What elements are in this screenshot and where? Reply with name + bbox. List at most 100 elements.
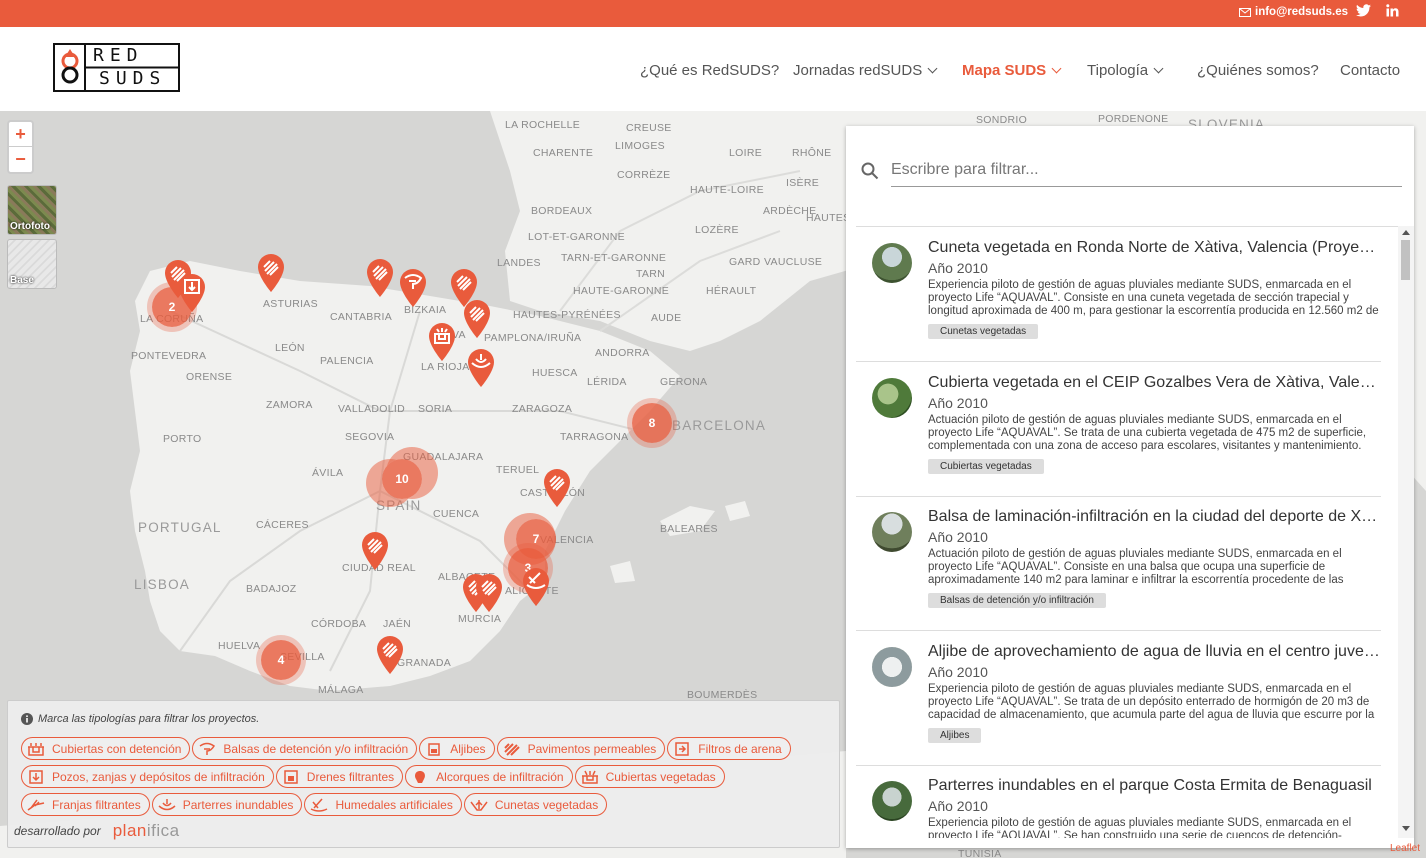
leaflet-attribution[interactable]: Leaflet bbox=[1390, 843, 1420, 854]
scroll-down-icon[interactable] bbox=[1402, 826, 1410, 832]
filter-chip-cunetas[interactable]: Cunetas vegetadas bbox=[463, 793, 608, 816]
green-roof-icon bbox=[581, 770, 598, 784]
filter-chip-humedales[interactable]: Humedales artificiales bbox=[304, 793, 462, 816]
map-label: MÁLAGA bbox=[318, 684, 364, 696]
linkedin-icon[interactable] bbox=[1386, 4, 1399, 17]
flood-bed-icon bbox=[158, 798, 176, 810]
green-roof-icon[interactable] bbox=[427, 322, 457, 362]
filter-chip-drenes[interactable]: Drenes filtrantes bbox=[275, 765, 404, 788]
sand-filter-icon bbox=[675, 741, 690, 756]
project-description: Actuación piloto de gestión de aguas plu… bbox=[928, 548, 1344, 586]
map-label: TARRAGONA bbox=[560, 431, 629, 443]
scroll-up-icon[interactable] bbox=[1402, 229, 1410, 235]
map-label: PORDENONE bbox=[1098, 113, 1169, 125]
logo-text-suds: SUDS bbox=[99, 68, 167, 89]
pavement-icon[interactable] bbox=[542, 468, 572, 508]
layer-base-button[interactable]: Base bbox=[7, 239, 57, 289]
nav-label: Contacto bbox=[1340, 62, 1401, 79]
zoom-control: + − bbox=[7, 120, 34, 174]
cluster-marker[interactable]: 10 bbox=[382, 459, 422, 499]
chip-label: Cunetas vegetadas bbox=[494, 797, 599, 812]
wetland-icon[interactable] bbox=[521, 567, 551, 607]
chip-label: Cubiertas vegetadas bbox=[605, 769, 716, 784]
pavement-icon[interactable] bbox=[365, 258, 395, 298]
filter-input[interactable] bbox=[891, 156, 1402, 184]
map-label: AUDE bbox=[651, 312, 682, 324]
project-list-panel: Cuneta vegetada en Ronda Norte de Xàtiva… bbox=[846, 126, 1414, 848]
email-link[interactable]: info@redsuds.es bbox=[1239, 6, 1348, 18]
wetland-icon bbox=[311, 798, 328, 812]
nav-quienes[interactable]: ¿Quiénes somos? bbox=[1197, 62, 1319, 79]
pavement-icon[interactable] bbox=[474, 573, 504, 613]
pavement-icon[interactable] bbox=[462, 299, 492, 339]
map-label: LOIRE bbox=[729, 147, 763, 159]
twitter-icon[interactable] bbox=[1356, 4, 1371, 17]
list-scrollbar[interactable] bbox=[1398, 226, 1414, 838]
nav-label: Mapa SUDS bbox=[962, 62, 1047, 79]
map-label: ANDORRA bbox=[595, 347, 650, 359]
map-label: TARN-ET-GARONNE bbox=[561, 252, 667, 264]
nav-jornadas[interactable]: Jornadas redSUDS bbox=[793, 62, 938, 79]
infiltration-icon[interactable] bbox=[177, 273, 207, 313]
detention-icon[interactable] bbox=[398, 268, 428, 308]
chip-label: Balsas de detención y/o infiltración bbox=[223, 741, 409, 756]
flood-bed-icon[interactable] bbox=[466, 348, 496, 388]
zoom-in-button[interactable]: + bbox=[9, 122, 32, 147]
map-label: LIMOGES bbox=[615, 140, 665, 152]
nav-label: ¿Quiénes somos? bbox=[1197, 62, 1319, 79]
nav-tipologia[interactable]: Tipología bbox=[1087, 62, 1164, 79]
filter-chip-aljibes[interactable]: Aljibes bbox=[419, 737, 495, 760]
list-item[interactable]: Balsa de laminación-infiltración en la c… bbox=[856, 496, 1381, 631]
chip-label: Alcorques de infiltración bbox=[436, 769, 564, 784]
chip-label: Filtros de arena bbox=[698, 741, 782, 756]
layer-ortofoto-button[interactable]: Ortofoto bbox=[7, 185, 57, 235]
filter-chip-cubiertas-vegetadas[interactable]: Cubiertas vegetadas bbox=[574, 765, 725, 788]
pavement-icon[interactable] bbox=[360, 531, 390, 571]
map-label: LÉRIDA bbox=[587, 376, 627, 388]
typology-filters: Cubiertas con detención Balsas de detenci… bbox=[21, 737, 821, 821]
list-item[interactable]: Parterres inundables en el parque Costa … bbox=[856, 765, 1381, 838]
filter-chip-balsas[interactable]: Balsas de detención y/o infiltración bbox=[192, 737, 418, 760]
brand-part-b: ifica bbox=[146, 821, 180, 840]
redsuds-logo[interactable]: RED SUDS bbox=[53, 43, 180, 92]
project-thumbnail bbox=[872, 243, 912, 283]
map-label: LOZÈRE bbox=[695, 224, 739, 236]
filter-chip-filtros-arena[interactable]: Filtros de arena bbox=[667, 737, 791, 760]
filter-chip-pavimentos[interactable]: Pavimentos permeables bbox=[496, 737, 666, 760]
list-item[interactable]: Cubierta vegetada en el CEIP Gozalbes Ve… bbox=[856, 362, 1381, 497]
chip-label: Drenes filtrantes bbox=[306, 769, 395, 784]
pavement-icon[interactable] bbox=[375, 635, 405, 675]
typology-legend: Marca las tipologías para filtrar los pr… bbox=[7, 700, 840, 848]
cluster-marker[interactable]: 8 bbox=[632, 403, 672, 443]
legend-hint: Marca las tipologías para filtrar los pr… bbox=[21, 713, 259, 725]
planifica-logo[interactable]: planifica bbox=[113, 821, 180, 841]
nav-contacto[interactable]: Contacto bbox=[1340, 62, 1400, 79]
project-description: Experiencia piloto de gestión de aguas p… bbox=[928, 817, 1352, 838]
zoom-out-button[interactable]: − bbox=[9, 147, 32, 172]
map-label: BALEARES bbox=[660, 523, 718, 535]
pavement-icon[interactable] bbox=[256, 253, 286, 293]
map-label: VAUCLUSE bbox=[764, 256, 823, 268]
filter-chip-cubiertas-detencion[interactable]: Cubiertas con detención bbox=[21, 737, 191, 760]
filter-chip-franjas[interactable]: Franjas filtrantes bbox=[21, 793, 150, 816]
map-label: PORTUGAL bbox=[138, 520, 222, 535]
drain-icon bbox=[284, 769, 298, 784]
filter-chip-alcorques[interactable]: Alcorques de infiltración bbox=[405, 765, 573, 788]
map-label: BARCELONA bbox=[672, 418, 767, 433]
nav-que-es[interactable]: ¿Qué es RedSUDS? bbox=[640, 62, 779, 79]
filter-chip-parterres[interactable]: Parterres inundables bbox=[151, 793, 303, 816]
cluster-marker[interactable]: 4 bbox=[261, 640, 301, 680]
scrollbar-thumb[interactable] bbox=[1401, 240, 1410, 280]
project-description: Experiencia piloto de gestión de aguas p… bbox=[928, 279, 1379, 317]
swale-icon bbox=[470, 799, 488, 811]
map-label: LANDES bbox=[497, 257, 541, 269]
map-label: TUNISIA bbox=[958, 848, 1002, 858]
project-thumbnail bbox=[872, 512, 912, 552]
list-item[interactable]: Cuneta vegetada en Ronda Norte de Xàtiva… bbox=[856, 227, 1381, 362]
list-item[interactable]: Aljibe de aprovechamiento de agua de llu… bbox=[856, 631, 1381, 766]
nav-mapa[interactable]: Mapa SUDS bbox=[962, 62, 1062, 79]
filter-chip-pozos[interactable]: Pozos, zanjas y depósitos de infiltració… bbox=[21, 765, 274, 788]
map-label: ÁVILA bbox=[312, 467, 344, 479]
chip-label: Pozos, zanjas y depósitos de infiltració… bbox=[52, 769, 265, 784]
map-label: PORTO bbox=[163, 433, 202, 445]
